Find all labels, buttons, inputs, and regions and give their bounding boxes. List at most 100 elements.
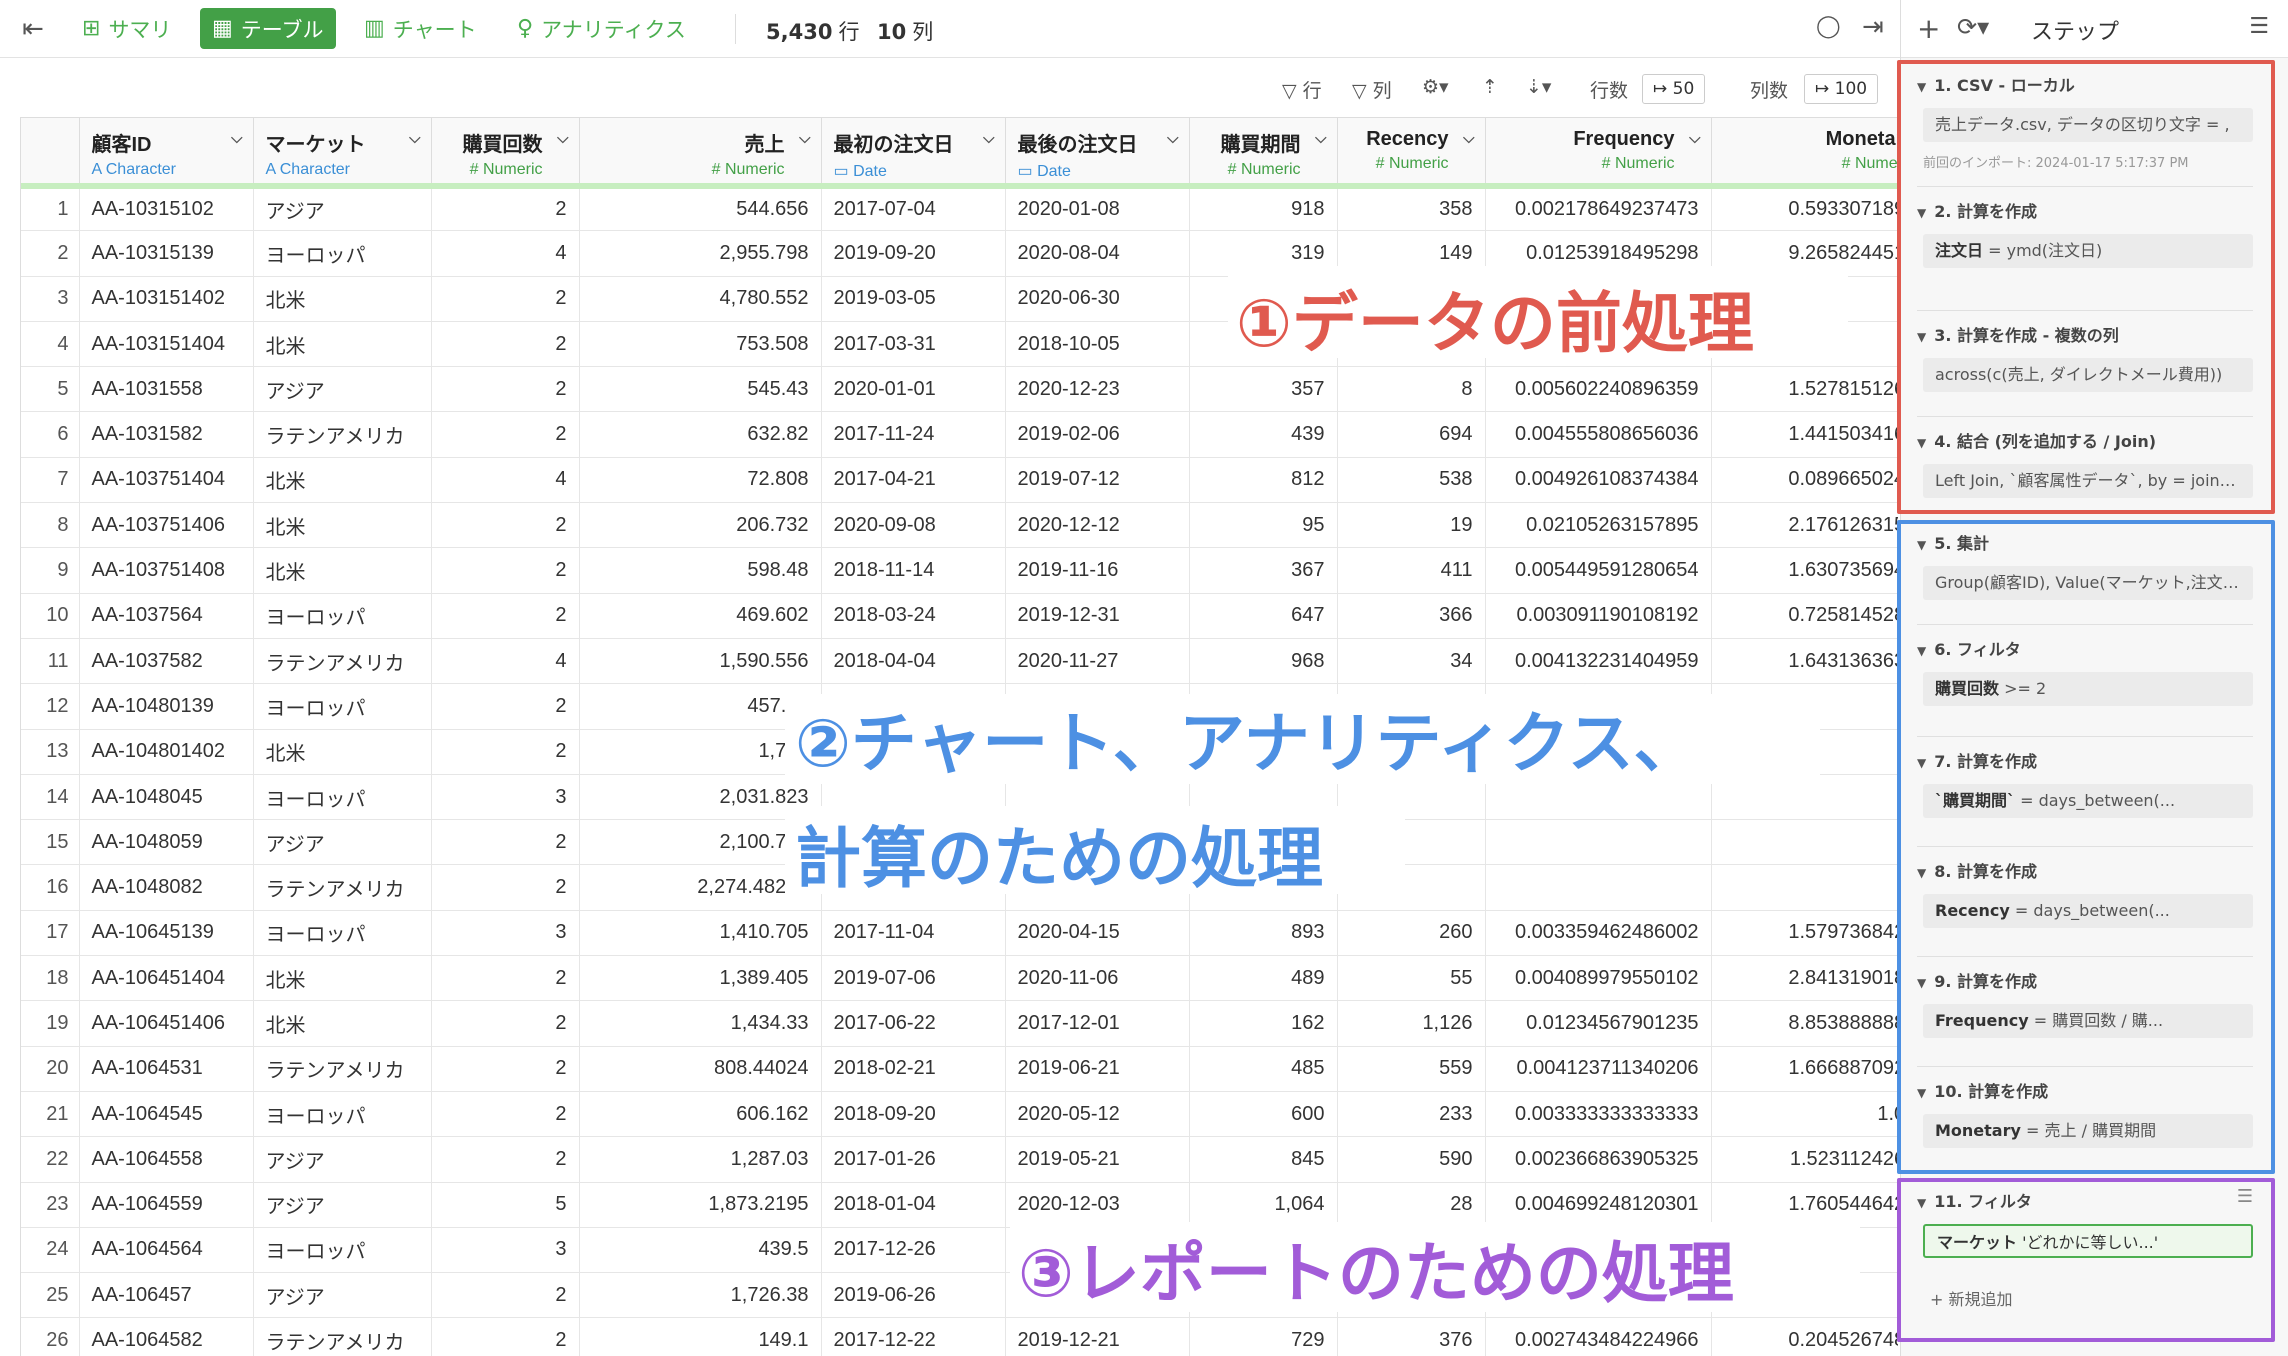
table-cell[interactable]: 808.44024 (579, 1046, 822, 1092)
table-cell[interactable]: 2017-01-26 (821, 1136, 1006, 1183)
table-cell[interactable]: アジア (253, 1272, 432, 1319)
tab-chart[interactable]: ▥ チャート (352, 8, 489, 49)
table-cell[interactable]: 2020-09-08 (821, 502, 1006, 549)
table-cell[interactable]: ヨーロッパ (253, 683, 432, 730)
table-cell[interactable]: 559 (1337, 1046, 1486, 1092)
table-cell[interactable]: 北米 (253, 547, 432, 594)
table-cell[interactable]: AA-1064545 (79, 1091, 254, 1138)
table-cell[interactable]: 2018-03-24 (821, 593, 1006, 639)
table-cell[interactable]: 0.02105263157895 (1485, 502, 1712, 549)
table-cell[interactable]: 北米 (253, 955, 432, 1002)
table-cell[interactable]: 0.005602240896359 (1485, 366, 1712, 413)
table-cell[interactable]: AA-104801402 (79, 729, 254, 775)
table-cell[interactable]: 2019-03-05 (821, 276, 1006, 322)
chevron-down-icon[interactable]: ⌵ (799, 130, 810, 147)
table-cell[interactable]: 0.593307189542 (1711, 185, 1898, 232)
table-cell[interactable]: AA-10315139 (79, 230, 254, 277)
table-cell[interactable]: 2020-12-12 (1005, 502, 1190, 549)
table-cell[interactable]: 2 (431, 683, 580, 730)
table-cell[interactable]: 2019-06-21 (1005, 1046, 1190, 1092)
table-cell[interactable]: 2 (431, 1046, 580, 1092)
table-cell[interactable]: 2019-09-20 (821, 230, 1006, 277)
table-cell[interactable]: 0.204526748971 (1711, 1317, 1898, 1356)
table-cell[interactable]: 北米 (253, 457, 432, 504)
table-cell[interactable]: 439.5 (579, 1227, 822, 1274)
table-cell[interactable]: 439 (1189, 411, 1338, 458)
table-cell[interactable]: AA-106457 (79, 1272, 254, 1319)
table-cell[interactable]: アジア (253, 366, 432, 413)
column-header[interactable]: マーケット A Character ⌵ (253, 117, 432, 189)
table-cell[interactable]: AA-1048059 (79, 819, 254, 866)
table-cell[interactable]: 206.732 (579, 502, 822, 549)
table-cell[interactable]: 2 (431, 547, 580, 594)
table-cell[interactable]: 845 (1189, 1136, 1338, 1183)
table-cell[interactable]: 2020-11-06 (1005, 955, 1190, 1002)
table-cell[interactable]: 2018-02-21 (821, 1046, 1006, 1092)
table-cell[interactable]: 2018-01-04 (821, 1182, 1006, 1228)
table-cell[interactable]: 2 (431, 1272, 580, 1319)
table-cell[interactable]: 2017-06-22 (821, 1000, 1006, 1047)
table-cell[interactable]: ラテンアメリカ (253, 1046, 432, 1092)
table-cell[interactable]: 72.808 (579, 457, 822, 504)
table-cell[interactable]: AA-10480139 (79, 683, 254, 730)
tab-analytics[interactable]: ♀ アナリティクス (505, 8, 698, 49)
column-header[interactable]: Recency # Numeric ⌵ (1337, 117, 1486, 189)
table-cell[interactable]: 2018-11-14 (821, 547, 1006, 594)
table-cell[interactable]: 2 (431, 819, 580, 866)
table-cell[interactable]: 2 (431, 366, 580, 413)
table-cell[interactable]: 260 (1337, 910, 1486, 957)
table-cell[interactable]: 2020-06-30 (1005, 276, 1190, 322)
table-cell[interactable]: 366 (1337, 593, 1486, 639)
table-cell[interactable]: 1,726.38 (579, 1272, 822, 1319)
chevron-down-icon[interactable]: ⌵ (557, 130, 568, 147)
table-cell[interactable]: AA-1064582 (79, 1317, 254, 1356)
table-cell[interactable]: 4 (431, 230, 580, 277)
table-cell[interactable]: 1.666887092783 (1711, 1046, 1898, 1092)
column-header[interactable]: Monetary# Numeric⌵ (1711, 117, 1898, 189)
column-header[interactable]: 売上 # Numeric ⌵ (579, 117, 822, 189)
table-cell[interactable]: 1,873.2195 (579, 1182, 822, 1228)
row-count-input[interactable]: ↦ 50 (1642, 74, 1706, 104)
table-cell[interactable]: 19 (1337, 502, 1486, 549)
table-cell[interactable]: 2018-04-04 (821, 638, 1006, 685)
table-cell[interactable]: 2020-01-01 (821, 366, 1006, 413)
upload-icon[interactable]: ⇡ (1482, 76, 1498, 98)
table-cell[interactable]: 1,287.03 (579, 1136, 822, 1183)
chevron-down-icon[interactable]: ⌵ (1167, 130, 1178, 147)
table-cell[interactable]: 2019-05-21 (1005, 1136, 1190, 1183)
table-cell[interactable]: AA-103751404 (79, 457, 254, 504)
table-cell[interactable]: AA-106451406 (79, 1000, 254, 1047)
column-header[interactable]: 顧客ID A Character ⌵ (79, 117, 254, 189)
table-cell[interactable]: AA-1048082 (79, 864, 254, 911)
table-cell[interactable]: 2 (431, 593, 580, 639)
table-cell[interactable]: 606.162 (579, 1091, 822, 1138)
table-cell[interactable]: 367 (1189, 547, 1338, 594)
add-step-icon[interactable]: + (1917, 12, 1940, 45)
table-cell[interactable]: ヨーロッパ (253, 1227, 432, 1274)
column-filter-button[interactable]: ▽ 列 (1352, 76, 1392, 103)
table-cell[interactable]: 2017-03-31 (821, 321, 1006, 368)
table-cell[interactable]: 0.089665024630 (1711, 457, 1898, 504)
table-cell[interactable]: 2.176126315789 (1711, 502, 1898, 549)
table-cell[interactable]: AA-1031558 (79, 366, 254, 413)
row-filter-button[interactable]: ▽ 行 (1282, 76, 1322, 103)
table-cell[interactable]: 2017-07-04 (821, 185, 1006, 232)
table-cell[interactable]: 149.1 (579, 1317, 822, 1356)
table-cell[interactable]: 2 (431, 1091, 580, 1138)
table-cell[interactable]: 598.48 (579, 547, 822, 594)
table-cell[interactable]: 2020-04-15 (1005, 910, 1190, 957)
table-cell[interactable]: 2.841319018404 (1711, 955, 1898, 1002)
table-cell[interactable]: 162 (1189, 1000, 1338, 1047)
refresh-icon[interactable]: ⟳▾ (1957, 13, 1989, 41)
table-cell[interactable]: 4 (431, 638, 580, 685)
table-cell[interactable]: アジア (253, 1136, 432, 1183)
table-cell[interactable]: AA-103751408 (79, 547, 254, 594)
table-cell[interactable]: 1.527815126050 (1711, 366, 1898, 413)
table-cell[interactable]: 2 (431, 955, 580, 1002)
table-cell[interactable]: 95 (1189, 502, 1338, 549)
table-cell[interactable]: 2 (431, 321, 580, 368)
table-cell[interactable]: 北米 (253, 729, 432, 775)
table-cell[interactable]: 2019-07-06 (821, 955, 1006, 1002)
chevron-down-icon[interactable]: ⌵ (1463, 130, 1474, 147)
table-cell[interactable]: アジア (253, 819, 432, 866)
